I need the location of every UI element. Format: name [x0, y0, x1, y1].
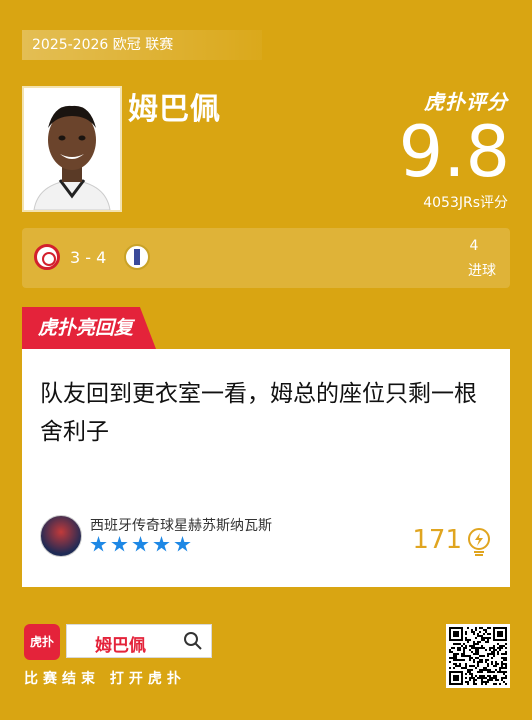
lightbulb-icon — [468, 528, 490, 556]
goals-label: 进球 — [468, 263, 496, 279]
user-stars — [90, 536, 191, 553]
match-info-bar: 3 - 4 4 进球 — [22, 228, 510, 288]
qr-code — [446, 624, 510, 688]
hupu-app-icon: 虎扑 — [24, 624, 60, 660]
season-tag: 2025-2026 欧冠 联赛 — [22, 30, 262, 60]
star-icon — [132, 536, 149, 552]
star-icon — [111, 536, 128, 552]
search-text: 姆巴佩 — [95, 636, 146, 656]
player-name: 姆巴佩 — [128, 92, 221, 127]
real-madrid-crest-icon — [124, 244, 150, 270]
comment-text: 队友回到更衣室一看，姆总的座位只剩一根舍利子 — [40, 381, 477, 445]
star-icon — [174, 536, 191, 552]
star-icon — [90, 536, 107, 552]
footer-slogan: 比赛结束 打开虎扑 — [24, 671, 186, 687]
like-count: 171 — [412, 525, 462, 555]
search-icon — [184, 632, 202, 650]
user-avatar — [40, 515, 82, 557]
rating-score: 9.8 — [398, 111, 510, 193]
match-score: 3 - 4 — [70, 248, 107, 267]
olympiacos-crest-icon — [34, 244, 60, 270]
goals-count: 4 — [469, 238, 479, 254]
highlight-reply-tab: 虎扑亮回复 — [22, 307, 156, 349]
highlight-comment-card: 队友回到更衣室一看，姆总的座位只剩一根舍利子 西班牙传奇球星赫苏斯纳瓦斯 171 — [22, 349, 510, 587]
comment-username: 西班牙传奇球星赫苏斯纳瓦斯 — [90, 518, 272, 534]
rating-count: 4053JRs评分 — [423, 195, 508, 211]
player-photo — [22, 86, 122, 212]
search-box: 姆巴佩 — [66, 624, 212, 658]
star-icon — [153, 536, 170, 552]
